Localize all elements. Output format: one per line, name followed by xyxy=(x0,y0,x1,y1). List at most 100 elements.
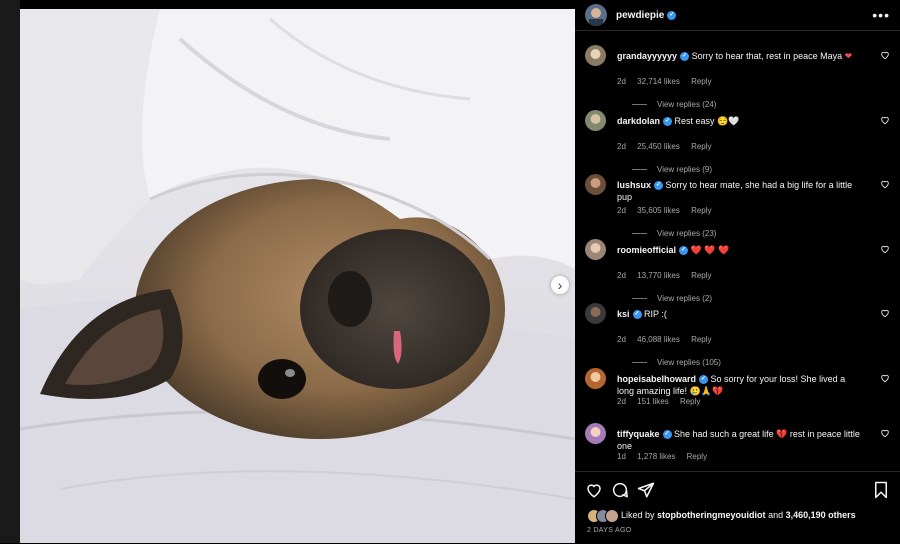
comment-emoji: 💔 xyxy=(776,429,788,439)
divider xyxy=(632,104,647,105)
reply-button[interactable]: Reply xyxy=(691,271,711,280)
heart-icon[interactable] xyxy=(585,481,603,499)
verified-icon: ✓ xyxy=(680,52,690,62)
post-date: 2 DAYS AGO xyxy=(587,527,632,534)
view-replies-label: View replies (2) xyxy=(657,294,712,303)
post-header: pewdiepie ✓ ••• xyxy=(575,0,900,31)
view-replies-label: View replies (9) xyxy=(657,165,712,174)
next-image-button[interactable]: › xyxy=(551,276,569,294)
liked-user[interactable]: stopbotheringmeyouidiot xyxy=(657,510,766,520)
comment-username[interactable]: hopeisabelhoward xyxy=(617,374,696,384)
heart-icon[interactable] xyxy=(880,428,890,438)
comment-meta: 2d 25,450 likes Reply xyxy=(617,142,721,151)
avatar[interactable] xyxy=(585,239,606,260)
avatar[interactable] xyxy=(585,368,606,389)
liked-and: and xyxy=(768,510,784,520)
view-replies-label: View replies (24) xyxy=(657,100,717,109)
comment-message: Sorry to hear that, rest in peace Maya xyxy=(691,51,843,61)
comment-likes[interactable]: 32,714 likes xyxy=(637,77,680,86)
view-replies-label: View replies (105) xyxy=(657,358,721,367)
liked-by[interactable]: Liked by stopbotheringmeyouidiot and 3,4… xyxy=(587,509,856,523)
comment-emoji: ❤️ ❤️ ❤️ xyxy=(690,245,730,255)
comment-time: 2d xyxy=(617,142,626,151)
comment-likes[interactable]: 13,770 likes xyxy=(637,271,680,280)
heart-icon[interactable] xyxy=(880,308,890,318)
avatar[interactable] xyxy=(585,45,606,66)
share-icon[interactable] xyxy=(637,481,655,499)
comment-username[interactable]: ksi xyxy=(617,309,630,319)
avatar[interactable] xyxy=(585,423,606,444)
comment-meta: 2d 35,605 likes Reply xyxy=(617,206,721,215)
comment-text: roomieofficial ✓ ❤️ ❤️ ❤️ xyxy=(617,244,863,256)
verified-icon: ✓ xyxy=(654,181,664,191)
comment-message: Rest easy xyxy=(674,116,715,126)
verified-icon: ✓ xyxy=(667,10,677,20)
divider xyxy=(632,233,647,234)
view-replies-button[interactable]: View replies (9) xyxy=(632,165,712,174)
comment-meta: 2d 151 likes Reply xyxy=(617,397,709,406)
avatar[interactable] xyxy=(585,174,606,195)
comment-emoji: 😌🤍 xyxy=(717,116,740,126)
heart-icon[interactable] xyxy=(880,115,890,125)
heart-icon[interactable] xyxy=(880,373,890,383)
comment-text: tiffyquake ✓ She had such a great life 💔 … xyxy=(617,428,863,452)
comment-emoji: 🥲🙏💔 xyxy=(689,386,724,396)
comment-text: darkdolan ✓ Rest easy 😌🤍 xyxy=(617,115,863,127)
verified-icon: ✓ xyxy=(663,117,673,127)
view-replies-button[interactable]: View replies (105) xyxy=(632,358,721,367)
view-replies-button[interactable]: View replies (2) xyxy=(632,294,712,303)
divider xyxy=(632,298,647,299)
liked-prefix: Liked by xyxy=(621,510,655,520)
reply-button[interactable]: Reply xyxy=(687,452,707,461)
view-replies-button[interactable]: View replies (24) xyxy=(632,100,716,109)
heart-icon[interactable] xyxy=(880,244,890,254)
comment-meta: 2d 13,770 likes Reply xyxy=(617,271,721,280)
avatar[interactable] xyxy=(585,4,607,26)
comment-likes[interactable]: 1,278 likes xyxy=(637,452,675,461)
comment-username[interactable]: lushsux xyxy=(617,180,651,190)
comment-message: She had such a great life xyxy=(674,429,774,439)
comment-username[interactable]: tiffyquake xyxy=(617,429,660,439)
post-author[interactable]: pewdiepie xyxy=(616,10,664,21)
verified-icon: ✓ xyxy=(632,310,642,320)
avatar[interactable] xyxy=(585,110,606,131)
liked-avatars xyxy=(587,509,619,523)
comment-likes[interactable]: 35,605 likes xyxy=(637,206,680,215)
reply-button[interactable]: Reply xyxy=(680,397,700,406)
comments-panel: pewdiepie ✓ ••• grandayyyyyy ✓ Sorry to h… xyxy=(575,0,900,543)
left-gutter xyxy=(0,0,20,543)
comment-text: ksi ✓ RIP :( xyxy=(617,308,863,320)
more-icon[interactable]: ••• xyxy=(872,7,890,23)
post-image[interactable] xyxy=(20,9,575,543)
comment-text: hopeisabelhoward ✓ So sorry for your loss… xyxy=(617,373,863,397)
comment-username[interactable]: darkdolan xyxy=(617,116,660,126)
comment-time: 1d xyxy=(617,452,626,461)
comment-list[interactable]: grandayyyyyy ✓ Sorry to hear that, rest i… xyxy=(575,31,900,471)
comment-time: 2d xyxy=(617,397,626,406)
divider xyxy=(632,362,647,363)
comment-message: RIP :( xyxy=(644,309,667,319)
reply-button[interactable]: Reply xyxy=(691,206,711,215)
reply-button[interactable]: Reply xyxy=(691,142,711,151)
comment-time: 2d xyxy=(617,77,626,86)
heart-icon[interactable] xyxy=(880,50,890,60)
comment-time: 2d xyxy=(617,271,626,280)
comment-likes[interactable]: 25,450 likes xyxy=(637,142,680,151)
comment-icon[interactable] xyxy=(611,481,629,499)
comment-username[interactable]: roomieofficial xyxy=(617,245,676,255)
comment-likes[interactable]: 151 likes xyxy=(637,397,669,406)
comment-meta: 1d 1,278 likes Reply xyxy=(617,452,716,461)
reply-button[interactable]: Reply xyxy=(691,335,711,344)
liked-count[interactable]: 3,460,190 others xyxy=(786,510,856,520)
comment-message: Sorry to hear mate, she had a big life f… xyxy=(617,180,853,202)
heart-icon[interactable] xyxy=(880,179,890,189)
comment-username[interactable]: grandayyyyyy xyxy=(617,51,677,61)
verified-icon: ✓ xyxy=(679,246,689,256)
view-replies-button[interactable]: View replies (23) xyxy=(632,229,716,238)
verified-icon: ✓ xyxy=(699,375,709,385)
reply-button[interactable]: Reply xyxy=(691,77,711,86)
comment-likes[interactable]: 46,088 likes xyxy=(637,335,680,344)
chevron-right-icon: › xyxy=(557,277,563,293)
avatar[interactable] xyxy=(585,303,606,324)
bookmark-icon[interactable] xyxy=(873,481,889,499)
